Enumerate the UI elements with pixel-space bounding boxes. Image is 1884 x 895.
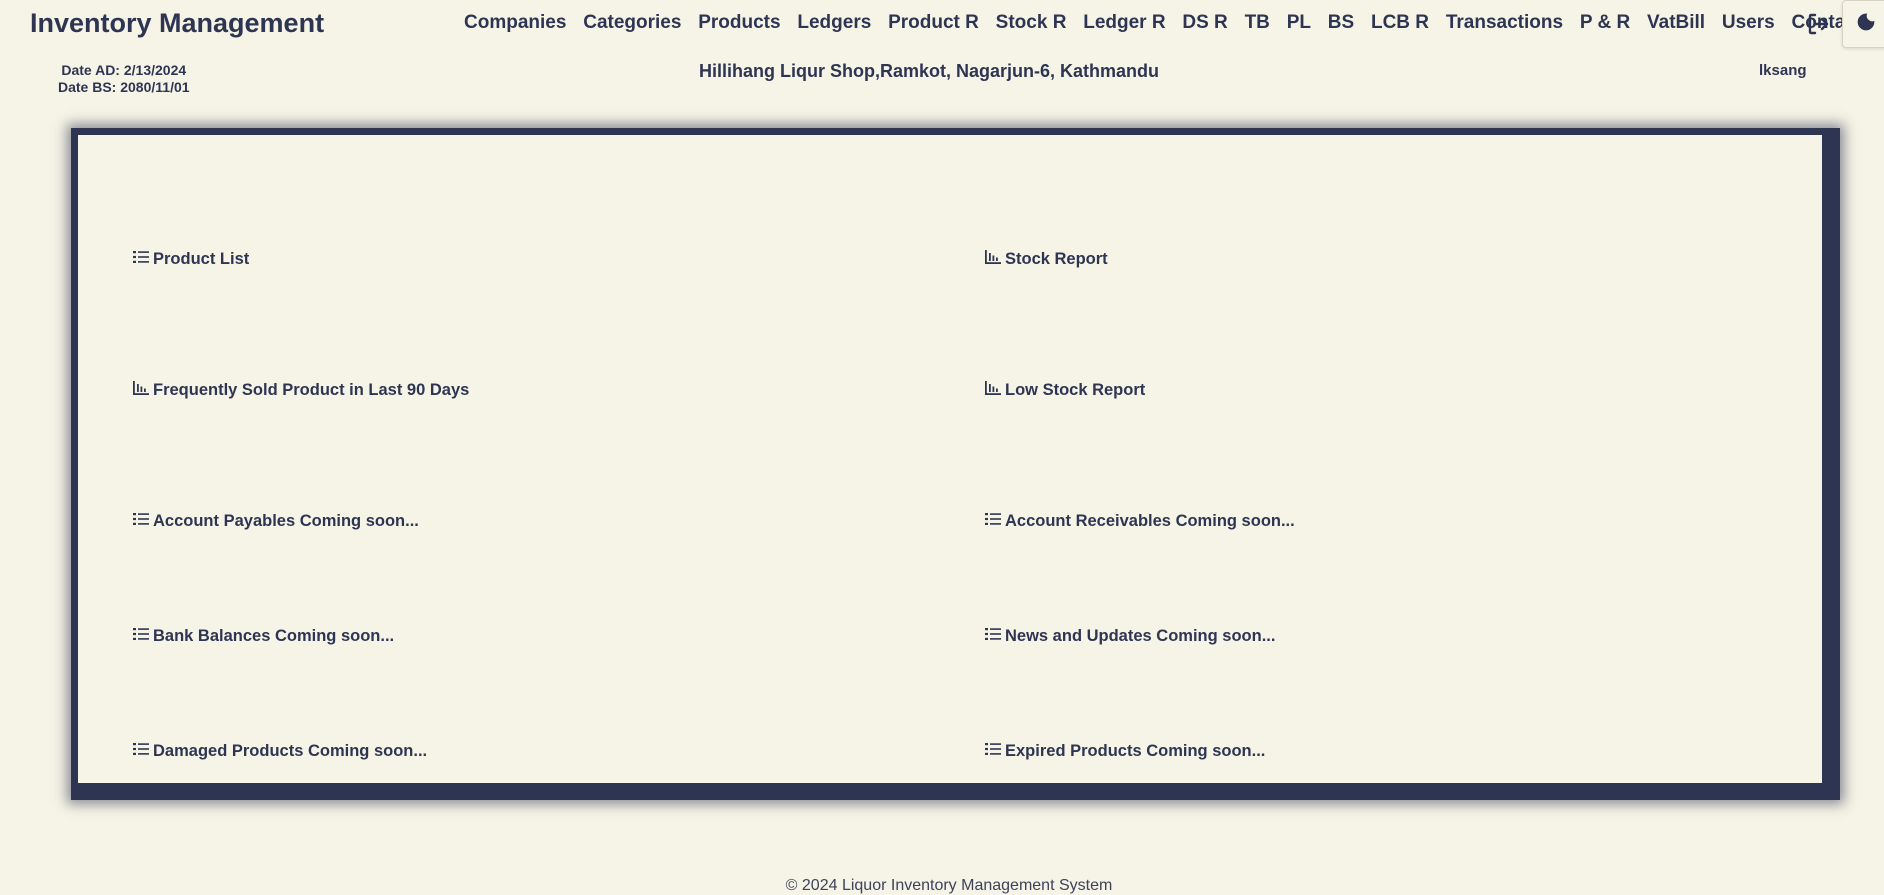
moon-icon <box>1856 12 1876 37</box>
report-account-receivables[interactable]: Account Receivables Coming soon... <box>985 512 1295 531</box>
nav-pl[interactable]: PL <box>1287 12 1311 34</box>
nav-bs[interactable]: BS <box>1328 12 1354 34</box>
nav-categories[interactable]: Categories <box>583 12 681 34</box>
report-label: Stock Report <box>1005 250 1108 268</box>
current-user: lksang <box>1759 62 1807 79</box>
report-label: Bank Balances Coming soon... <box>153 627 395 645</box>
nav-vatbill[interactable]: VatBill <box>1647 12 1705 34</box>
bar-chart-icon <box>985 381 1005 400</box>
report-label: Expired Products Coming soon... <box>1005 742 1266 760</box>
report-bank-balances[interactable]: Bank Balances Coming soon... <box>133 627 394 646</box>
shop-name: Hillihang Liqur Shop,Ramkot, Nagarjun-6,… <box>698 61 1160 81</box>
nav-ledgers[interactable]: Ledgers <box>797 12 871 34</box>
nav-lcb-r[interactable]: LCB R <box>1371 12 1429 34</box>
nav-ds-r[interactable]: DS R <box>1182 12 1227 34</box>
report-product-list[interactable]: Product List <box>133 250 249 269</box>
bar-chart-icon <box>133 381 153 400</box>
theme-toggle-button[interactable] <box>1842 0 1884 48</box>
nav-users[interactable]: Users <box>1722 12 1775 34</box>
reports-panel: Product List Frequently Sold Product in … <box>78 135 1822 783</box>
list-icon <box>985 512 1005 531</box>
report-label: News and Updates Coming soon... <box>1005 627 1276 645</box>
report-low-stock[interactable]: Low Stock Report <box>985 381 1145 400</box>
nav-companies[interactable]: Companies <box>464 12 566 34</box>
list-icon <box>133 627 153 646</box>
list-icon <box>985 627 1005 646</box>
footer-copyright: © 2024 Liquor Inventory Management Syste… <box>785 877 1113 894</box>
reports-panel-frame: Product List Frequently Sold Product in … <box>71 128 1840 800</box>
brand-title[interactable]: Inventory Management <box>30 8 324 39</box>
nav-tb[interactable]: TB <box>1245 12 1270 34</box>
logout-icon[interactable] <box>1806 12 1830 36</box>
nav-ledger-r[interactable]: Ledger R <box>1083 12 1165 34</box>
list-icon <box>133 250 153 269</box>
bar-chart-icon <box>985 250 1005 269</box>
list-icon <box>985 742 1005 761</box>
report-label: Low Stock Report <box>1005 381 1146 399</box>
main-nav: Companies Categories Products Ledgers Pr… <box>464 12 1879 34</box>
nav-stock-r[interactable]: Stock R <box>996 12 1067 34</box>
report-label: Account Receivables Coming soon... <box>1005 512 1295 530</box>
top-navbar: Inventory Management Companies Categorie… <box>0 0 1884 50</box>
report-label: Account Payables Coming soon... <box>153 512 419 530</box>
report-label: Frequently Sold Product in Last 90 Days <box>153 381 470 399</box>
report-label: Damaged Products Coming soon... <box>153 742 428 760</box>
report-label: Product List <box>153 250 250 268</box>
report-frequently-sold[interactable]: Frequently Sold Product in Last 90 Days <box>133 381 469 400</box>
nav-transactions[interactable]: Transactions <box>1446 12 1563 34</box>
nav-products[interactable]: Products <box>698 12 780 34</box>
nav-p-and-r[interactable]: P & R <box>1580 12 1630 34</box>
list-icon <box>133 742 153 761</box>
report-expired-products[interactable]: Expired Products Coming soon... <box>985 742 1265 761</box>
report-news-updates[interactable]: News and Updates Coming soon... <box>985 627 1275 646</box>
report-stock-report[interactable]: Stock Report <box>985 250 1108 269</box>
list-icon <box>133 512 153 531</box>
report-account-payables[interactable]: Account Payables Coming soon... <box>133 512 419 531</box>
nav-product-r[interactable]: Product R <box>888 12 979 34</box>
report-damaged-products[interactable]: Damaged Products Coming soon... <box>133 742 427 761</box>
